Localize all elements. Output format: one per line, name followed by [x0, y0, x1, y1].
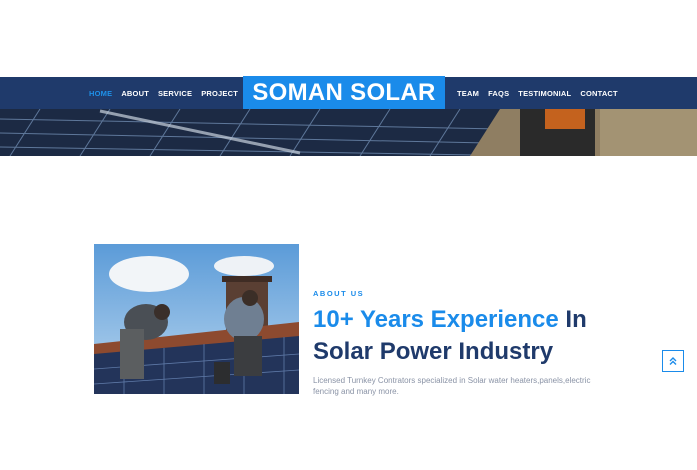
- double-chevron-up-icon: [669, 357, 677, 365]
- nav-link-contact[interactable]: CONTACT: [580, 89, 618, 98]
- nav-link-service[interactable]: SERVICE: [158, 89, 192, 98]
- nav-link-project[interactable]: PROJECT: [201, 89, 238, 98]
- brand-logo[interactable]: SOMAN SOLAR: [243, 76, 445, 109]
- back-to-top-button[interactable]: [662, 350, 684, 372]
- about-heading-accent: 10+ Years Experience: [313, 306, 559, 333]
- nav-left-group: HOME ABOUT SERVICE PROJECT: [89, 77, 238, 109]
- nav-link-about[interactable]: ABOUT: [121, 89, 149, 98]
- nav-link-home[interactable]: HOME: [89, 89, 112, 98]
- about-workers-image: [94, 244, 299, 394]
- nav-right-group: TEAM FAQS TESTIMONIAL CONTACT: [457, 77, 618, 109]
- workers-on-roof-photo: [94, 244, 299, 394]
- nav-link-faqs[interactable]: FAQS: [488, 89, 509, 98]
- about-section-label: ABOUT US: [313, 289, 365, 298]
- nav-link-team[interactable]: TEAM: [457, 89, 479, 98]
- hero-banner-image: [0, 109, 697, 156]
- nav-link-testimonial[interactable]: TESTIMONIAL: [518, 89, 571, 98]
- solar-panels-photo: [0, 109, 697, 156]
- about-heading: 10+ Years Experience In Solar Power Indu…: [313, 304, 633, 368]
- brand-name: SOMAN SOLAR: [252, 78, 436, 106]
- about-description: Licensed Turnkey Contrators specialized …: [313, 376, 591, 396]
